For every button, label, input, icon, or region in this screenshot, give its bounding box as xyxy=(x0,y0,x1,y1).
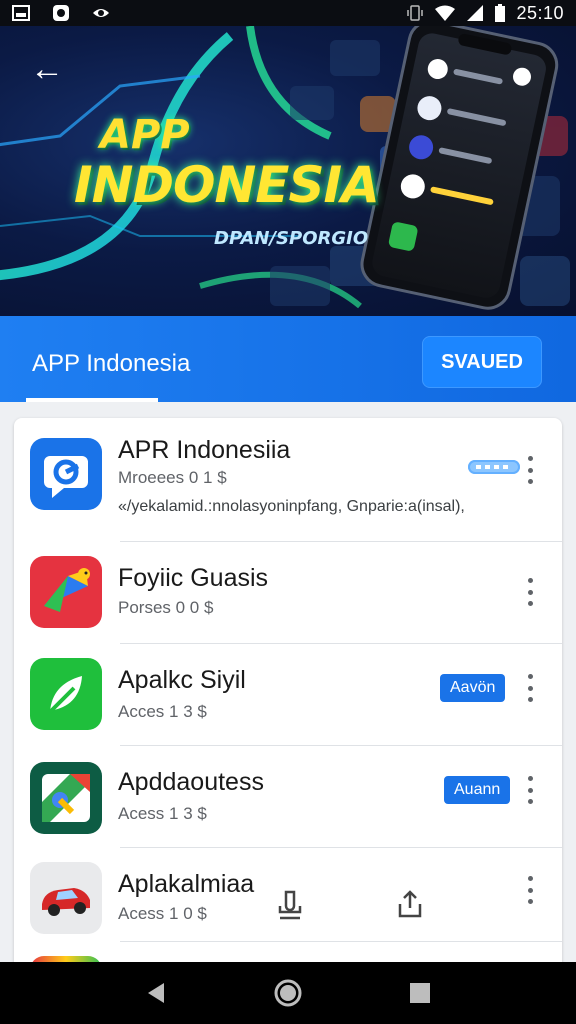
tab-app-indonesia[interactable]: APP Indonesia xyxy=(32,350,190,378)
hero-subtitle: DPAN/SPORGIO xyxy=(214,228,369,249)
more-options-icon[interactable] xyxy=(522,456,538,484)
upload-icon[interactable] xyxy=(396,888,424,922)
more-options-icon[interactable] xyxy=(522,674,538,702)
clock: 25:10 xyxy=(516,2,564,23)
hero-title-line1: APP xyxy=(100,112,190,158)
wifi-icon xyxy=(435,5,456,21)
action-button[interactable]: Aavön xyxy=(440,674,506,702)
more-options-icon[interactable] xyxy=(522,776,538,804)
list-item[interactable]: APR Indonesiia Mroeees 0 1 $ «/yekalamid… xyxy=(14,418,562,542)
navigation-bar xyxy=(0,962,576,1024)
more-options-icon[interactable] xyxy=(522,578,538,606)
app-name: APR Indonesiia xyxy=(118,436,291,464)
signal-icon xyxy=(467,5,484,21)
hero-title-line2: INDONESIA xyxy=(74,156,380,214)
list-item[interactable]: Apddaoutess Acess 1 3 $ Auann xyxy=(14,746,562,848)
list-item[interactable]: Aplakalmiaa Acess 1 0 $ xyxy=(14,848,562,942)
home-circle-icon[interactable] xyxy=(268,973,308,1013)
tab-header: APP Indonesia SVAUED xyxy=(0,316,576,402)
square-app-icon xyxy=(53,5,69,21)
more-options-icon[interactable] xyxy=(522,876,538,904)
back-triangle-icon[interactable] xyxy=(136,973,176,1013)
blue-chat-icon xyxy=(30,438,102,510)
action-button[interactable]: Auann xyxy=(444,776,511,804)
recents-square-icon[interactable] xyxy=(400,973,440,1013)
progress-pill xyxy=(468,460,520,474)
app-name: Apalkc Siyil xyxy=(118,666,246,694)
app-meta: Acess 1 3 $ xyxy=(118,804,207,823)
saved-button[interactable]: SVAUED xyxy=(422,336,542,388)
list-item[interactable]: Foyiic Guasis Porses 0 0 $ xyxy=(14,542,562,644)
app-meta: Mroeees 0 1 $ xyxy=(118,468,227,487)
app-name: Aplakalmiaa xyxy=(118,870,255,898)
green-leaf-icon xyxy=(30,658,102,730)
app-meta: Porses 0 0 $ xyxy=(118,598,214,617)
app-meta: Acess 1 0 $ xyxy=(118,904,207,923)
app-description: «/yekalamid.:nnolasyoninpfang, Gnparie:a… xyxy=(118,498,465,515)
eye-icon xyxy=(93,9,109,17)
app-name: Foyiic Guasis xyxy=(118,564,269,592)
google-maps-icon xyxy=(30,762,102,834)
app-list: APR Indonesiia Mroeees 0 1 $ «/yekalamid… xyxy=(14,418,562,978)
status-bar: 25:10 xyxy=(0,0,576,26)
list-item[interactable]: Apalkc Siyil Acces 1 3 $ Aavön xyxy=(14,644,562,746)
app-meta: Acces 1 3 $ xyxy=(118,702,207,721)
battery-icon xyxy=(495,4,506,22)
app-name: Apddaoutess xyxy=(118,768,264,796)
colorful-bird-icon xyxy=(30,556,102,628)
download-icon[interactable] xyxy=(276,888,304,922)
hero-banner: ← APP INDONESIA DPAN/SPORGIO xyxy=(0,26,576,316)
photo-icon xyxy=(12,5,30,21)
red-car-icon xyxy=(30,862,102,934)
vibrate-icon xyxy=(407,5,424,21)
tab-indicator xyxy=(26,398,158,402)
back-arrow-icon[interactable]: ← xyxy=(30,52,64,86)
